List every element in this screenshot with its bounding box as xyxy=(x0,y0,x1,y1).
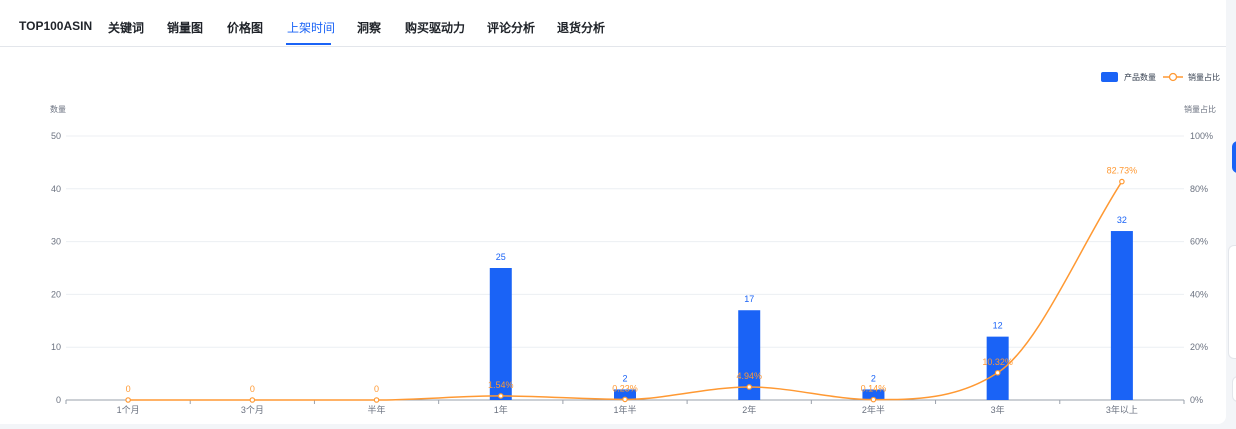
line-point xyxy=(1119,178,1125,185)
y-right-tick-label: 0% xyxy=(1190,395,1203,405)
line-value-label: 0 xyxy=(250,384,255,394)
x-tick-label: 1年 xyxy=(494,404,508,415)
line-point xyxy=(994,369,1001,376)
legend-bar-swatch xyxy=(1101,72,1118,82)
y-left-tick-label: 20 xyxy=(51,289,61,299)
sales-share-line xyxy=(128,181,1123,401)
line-value-label: 0 xyxy=(126,384,131,394)
chart-card: TOP100ASIN 关键词 销量图 价格图 上架时间 洞察 购买驱动力 评论分… xyxy=(0,0,1226,424)
line-value-label: 0 xyxy=(374,384,379,394)
line-point xyxy=(249,397,256,403)
y-left-tick-label: 10 xyxy=(51,342,61,352)
y-right-tick-label: 60% xyxy=(1190,237,1208,247)
y-right-tick-label: 40% xyxy=(1190,289,1208,299)
y-left-tick-label: 0 xyxy=(56,395,61,405)
y-left-tick-label: 30 xyxy=(51,237,61,247)
bar xyxy=(1110,231,1133,400)
x-tick-label: 半年 xyxy=(368,404,386,415)
line-point xyxy=(125,397,131,403)
legend-line-label: 销量占比 xyxy=(1188,72,1220,82)
line-value-label: 4.94% xyxy=(736,371,762,381)
y-left-axis-title: 数量 xyxy=(50,104,66,114)
y-right-axis-title: 销量占比 xyxy=(1184,104,1216,114)
bar xyxy=(986,336,1009,400)
line-point xyxy=(622,396,628,403)
bar-value-label: 17 xyxy=(744,294,754,304)
line-value-label: 1.54% xyxy=(488,380,514,390)
bar-value-label: 2 xyxy=(622,373,627,383)
side-panel-edge[interactable] xyxy=(1228,245,1236,359)
line-point xyxy=(373,397,380,403)
line-point xyxy=(497,393,504,399)
x-tick-label: 2年 xyxy=(742,404,756,415)
x-tick-label: 1年半 xyxy=(613,404,636,415)
line-value-label: 10.32% xyxy=(982,357,1013,367)
x-tick-label: 1个月 xyxy=(117,405,140,415)
line-value-label: 82.73% xyxy=(1107,166,1138,176)
x-tick-label: 2年半 xyxy=(862,404,885,415)
bar-value-label: 32 xyxy=(1117,215,1127,225)
y-left-tick-label: 40 xyxy=(51,184,61,194)
side-tab-handle[interactable] xyxy=(1232,141,1236,173)
line-point xyxy=(870,396,877,403)
x-tick-label: 3个月 xyxy=(241,405,264,415)
chart: 010203040500%20%40%60%80%100%数量 销量占比1个月 3个… xyxy=(50,72,1220,415)
x-tick-label: 3年 xyxy=(991,404,1005,415)
y-right-tick-label: 20% xyxy=(1190,342,1208,352)
bar-value-label: 25 xyxy=(496,252,506,262)
line-value-label: 0.14% xyxy=(861,384,887,394)
y-left-tick-label: 50 xyxy=(51,131,61,141)
x-tick-label: 3年以上 xyxy=(1106,404,1138,415)
y-right-tick-label: 100% xyxy=(1190,131,1213,141)
side-panel-edge-small[interactable] xyxy=(1232,376,1236,402)
line-point xyxy=(746,384,753,390)
legend-line-marker xyxy=(1168,72,1178,82)
bar-value-label: 12 xyxy=(993,321,1003,331)
y-right-tick-label: 80% xyxy=(1190,184,1208,194)
line-value-label: 0.23% xyxy=(612,383,638,393)
bar-value-label: 2 xyxy=(871,373,876,383)
legend-bar-label: 产品数量 xyxy=(1124,72,1156,82)
